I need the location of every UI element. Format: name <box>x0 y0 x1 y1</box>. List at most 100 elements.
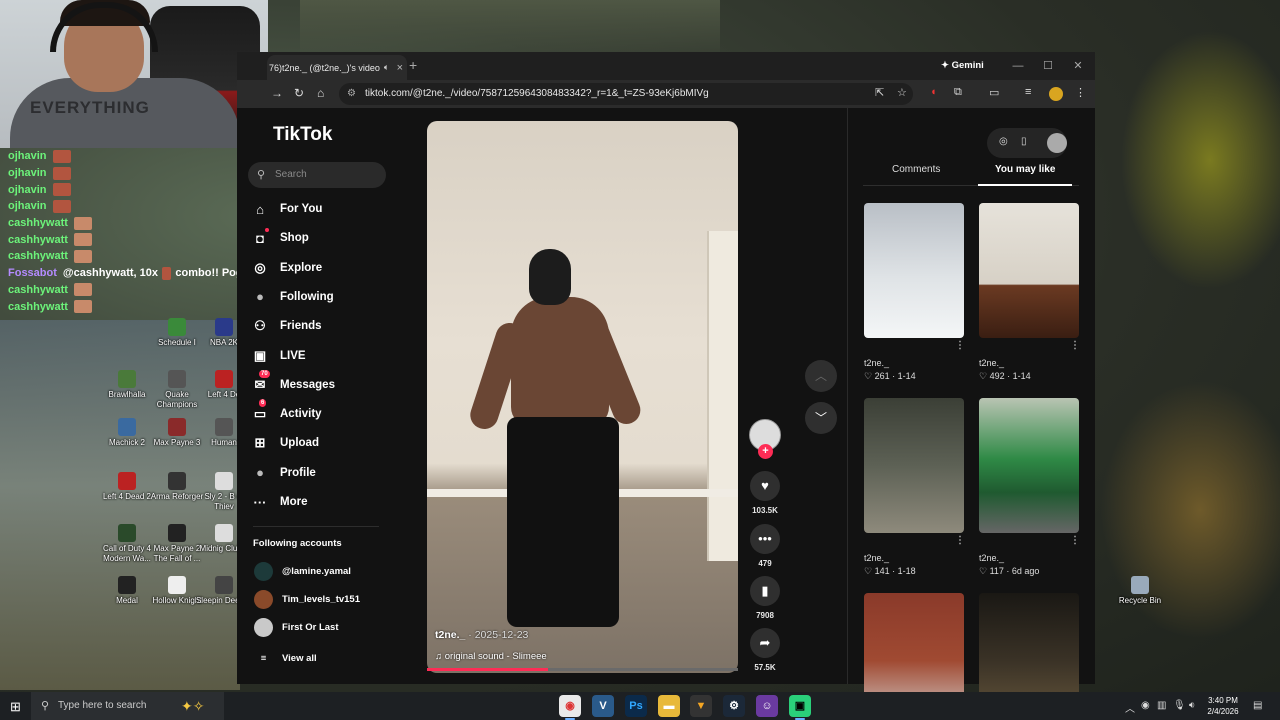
home-icon[interactable]: ⌂ <box>317 86 324 100</box>
thumbnail-author[interactable]: t2ne._ <box>864 553 889 563</box>
following-account[interactable]: First Or Last <box>254 617 339 637</box>
install-app-icon[interactable]: ⇱ <box>875 86 884 99</box>
device-icon[interactable]: ▯ <box>1021 136 1027 147</box>
active-tab-indicator <box>978 184 1072 186</box>
recommended-video-thumbnail[interactable] <box>979 203 1079 338</box>
app-icon <box>215 576 233 594</box>
app-taskbar-icon[interactable]: ▣ <box>789 695 811 720</box>
follow-plus-icon[interactable]: + <box>758 444 773 459</box>
following-account[interactable]: @lamine.yamal <box>254 561 351 581</box>
windows-start-icon[interactable]: ⊞ <box>10 699 21 715</box>
search-input[interactable]: ⚲ Search <box>248 162 386 188</box>
tray-app-icon[interactable]: ◉ <box>1141 700 1150 711</box>
thumbnail-author[interactable]: t2ne._ <box>979 553 1004 563</box>
more-options-icon[interactable]: ⋮ <box>955 340 965 351</box>
chat-username[interactable]: cashhywatt <box>8 234 68 246</box>
menu-icon[interactable]: ⋮ <box>1075 86 1086 99</box>
list-icon: ≡ <box>260 652 267 664</box>
comment-icon[interactable]: ••• <box>750 524 780 554</box>
site-info-icon[interactable]: ⚙ <box>347 83 356 105</box>
next-video-button[interactable]: ﹀ <box>805 402 837 434</box>
browser-tab[interactable]: 76)t2ne._ (@t2ne._)'s video 🔈︎ × <box>267 55 407 80</box>
gemini-button[interactable]: ✦ Gemini <box>941 60 984 71</box>
reload-icon[interactable]: ↻ <box>294 86 304 100</box>
extension-icon[interactable]: ◖ <box>930 86 937 98</box>
extensions-icon[interactable]: ⧉ <box>954 86 962 99</box>
following-account[interactable]: Tim_levels_tv151 <box>254 589 360 609</box>
address-bar[interactable]: ⚙ tiktok.com/@t2ne._/video/7587125964308… <box>339 83 913 105</box>
steam-taskbar-icon[interactable]: ⚙ <box>723 695 745 717</box>
speaker-icon[interactable]: 🔈︎ <box>384 62 389 73</box>
profile-avatar-icon[interactable] <box>1049 87 1063 101</box>
live-icon: ▣ <box>253 347 267 363</box>
user-avatar[interactable] <box>1047 133 1067 153</box>
tab-comments[interactable]: Comments <box>892 164 940 175</box>
share-icon[interactable]: ➦ <box>750 628 780 658</box>
more-options-icon[interactable]: ⋮ <box>1070 340 1080 351</box>
chrome-taskbar-icon[interactable]: ◉ <box>559 695 581 720</box>
media-control-icon[interactable]: ≡ <box>1025 86 1031 98</box>
chat-username[interactable]: cashhywatt <box>8 250 68 262</box>
taskbar-search-input[interactable]: ⚲ Type here to search ✦✧ <box>31 692 224 720</box>
brave-taskbar-icon[interactable]: ▼ <box>690 695 712 717</box>
vscode-taskbar-icon[interactable]: V <box>592 695 614 717</box>
recommended-video-thumbnail[interactable] <box>979 398 1079 533</box>
sidebar-item-for-you[interactable]: ⌂ For You <box>251 198 322 220</box>
recommended-video-thumbnail[interactable] <box>864 203 964 338</box>
chat-username[interactable]: cashhywatt <box>8 301 68 313</box>
video-player[interactable]: t2ne._ · 2025-12-23 ♫ original sound - S… <box>427 121 738 673</box>
chat-username[interactable]: ojhavin <box>8 200 47 212</box>
photoshop-taskbar-icon[interactable]: Ps <box>625 695 647 717</box>
more-options-icon[interactable]: ⋮ <box>1070 535 1080 546</box>
chat-username[interactable]: cashhywatt <box>8 217 68 229</box>
sidebar-item-more[interactable]: ··· More <box>251 491 308 513</box>
network-icon[interactable]: ▥ <box>1157 700 1166 711</box>
thumbnail-author[interactable]: t2ne._ <box>864 358 889 368</box>
coins-icon[interactable]: ◎ <box>999 136 1008 147</box>
desktop-shortcut[interactable]: Recycle Bin <box>1110 576 1170 606</box>
sidebar-item-shop[interactable]: ◘ Shop <box>251 227 309 249</box>
bookmark-icon[interactable]: ▮ <box>750 576 780 606</box>
tray-overflow-icon[interactable]: ︿ <box>1125 700 1135 715</box>
sidebar-item-activity[interactable]: ▭ 6 Activity <box>251 399 322 425</box>
chat-username[interactable]: Fossabot <box>8 267 57 279</box>
maximize-button[interactable]: ☐ <box>1033 52 1063 80</box>
chat-username[interactable]: ojhavin <box>8 167 47 179</box>
minimize-button[interactable]: — <box>1003 52 1033 80</box>
view-all-link[interactable]: ≡ View all <box>254 648 317 668</box>
sidebar-item-upload[interactable]: ⊞ Upload <box>251 432 319 454</box>
file-explorer-taskbar-icon[interactable]: ▬ <box>658 695 680 717</box>
sidebar-item-profile[interactable]: ● Profile <box>251 462 316 484</box>
tab-close-icon[interactable]: × <box>397 62 403 74</box>
upload-icon: ⊞ <box>254 435 266 451</box>
notifications-icon[interactable]: ▤ <box>1253 700 1262 711</box>
volume-icon[interactable]: 🔉︎ <box>1189 700 1195 711</box>
video-progress-bar[interactable] <box>427 668 738 671</box>
close-window-button[interactable]: ✕ <box>1063 52 1093 80</box>
discord-taskbar-icon[interactable]: ☺ <box>756 695 778 717</box>
video-author[interactable]: t2ne._ · 2025-12-23 <box>435 629 528 641</box>
sidebar-item-messages[interactable]: ✉ 70 Messages <box>251 369 335 396</box>
tab-search-icon[interactable]: ▭ <box>989 86 999 99</box>
tiktok-logo[interactable]: TikTok <box>273 124 332 146</box>
microphone-icon[interactable]: 🎙︎ <box>1173 700 1186 711</box>
more-options-icon[interactable]: ⋮ <box>955 535 965 546</box>
like-icon[interactable]: ♥ <box>750 471 780 501</box>
chat-text: @cashhywatt, 10x <box>62 267 159 280</box>
bookmark-star-icon[interactable]: ☆ <box>897 86 907 99</box>
forward-icon[interactable]: → <box>271 86 283 100</box>
system-clock[interactable]: 3:40 PM 2/4/2026 <box>1199 695 1247 717</box>
sidebar-item-friends[interactable]: ⚇ Friends <box>251 315 321 337</box>
chat-username[interactable]: ojhavin <box>8 150 47 162</box>
recommended-video-thumbnail[interactable] <box>864 398 964 533</box>
new-tab-button[interactable]: + <box>409 57 417 73</box>
chat-username[interactable]: ojhavin <box>8 184 47 196</box>
chat-username[interactable]: cashhywatt <box>8 284 68 296</box>
tab-you-may-like[interactable]: You may like <box>995 164 1055 175</box>
thumbnail-author[interactable]: t2ne._ <box>979 358 1004 368</box>
video-sound[interactable]: ♫ original sound - Slimeee <box>435 651 547 662</box>
sidebar-item-explore[interactable]: ◎ Explore <box>251 257 322 279</box>
previous-video-button[interactable]: ︿ <box>805 360 837 392</box>
sidebar-item-following[interactable]: ● Following <box>251 286 334 308</box>
sidebar-item-live[interactable]: ▣ LIVE <box>251 345 306 367</box>
